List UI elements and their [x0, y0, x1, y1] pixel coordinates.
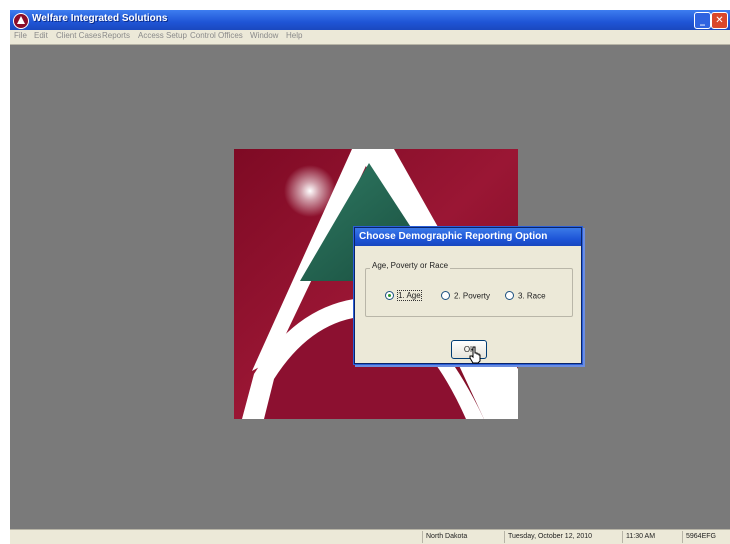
radio-age[interactable]: 1. Age: [385, 290, 422, 303]
menu-help[interactable]: Help: [286, 31, 302, 40]
hand-cursor-icon: [469, 346, 481, 364]
status-state: North Dakota: [422, 531, 500, 543]
dialog-title-bar: Choose Demographic Reporting Option: [355, 228, 581, 246]
group-label: Age, Poverty or Race: [370, 261, 451, 270]
status-time: 11:30 AM: [622, 531, 682, 543]
status-id: 5964EFG: [682, 531, 730, 543]
title-bar: Welfare Integrated Solutions _ ✕: [10, 10, 730, 30]
menu-access-setup[interactable]: Access Setup: [138, 31, 187, 40]
menu-file[interactable]: File: [14, 31, 27, 40]
radio-race[interactable]: 3. Race: [505, 291, 546, 303]
menu-window[interactable]: Window: [250, 31, 278, 40]
radio-poverty-label: 2. Poverty: [454, 291, 491, 301]
status-date: Tuesday, October 12, 2010: [504, 531, 618, 543]
radio-age-label: 1. Age: [397, 290, 422, 302]
minimize-button[interactable]: _: [694, 12, 711, 29]
radio-race-label: 3. Race: [518, 291, 546, 301]
menu-control-offices[interactable]: Control Offices: [190, 31, 243, 40]
app-logo-icon: [13, 13, 29, 29]
menu-reports[interactable]: Reports: [102, 31, 130, 40]
status-bar: North Dakota Tuesday, October 12, 2010 1…: [10, 529, 730, 544]
radio-checked-icon: [385, 291, 394, 301]
status-ready: [10, 531, 43, 543]
dialog-title: Choose Demographic Reporting Option: [359, 231, 548, 242]
menu-client-cases[interactable]: Client Cases: [56, 31, 101, 40]
menu-edit[interactable]: Edit: [34, 31, 48, 40]
close-button[interactable]: ✕: [711, 12, 728, 29]
radio-unchecked-icon: [505, 291, 514, 301]
logo-glow: [284, 165, 336, 217]
application-window: Welfare Integrated Solutions _ ✕ File Ed…: [10, 10, 730, 544]
reporting-option-dialog: Choose Demographic Reporting Option Age,…: [354, 227, 582, 364]
radio-poverty[interactable]: 2. Poverty: [441, 291, 490, 303]
radio-unchecked-icon: [441, 291, 450, 301]
menu-bar: File Edit Client Cases Reports Access Se…: [10, 30, 730, 45]
window-title: Welfare Integrated Solutions: [32, 13, 168, 24]
